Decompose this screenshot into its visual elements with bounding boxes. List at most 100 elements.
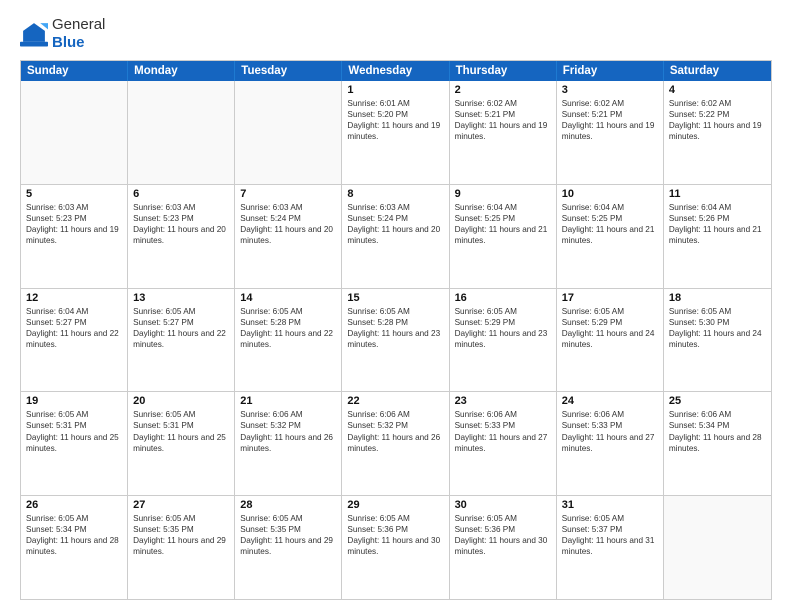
day-number: 2 <box>455 84 551 96</box>
day-info: Sunrise: 6:04 AMSunset: 5:25 PMDaylight:… <box>562 202 658 246</box>
day-number: 25 <box>669 395 766 407</box>
header: General Blue <box>20 16 772 52</box>
calendar-row-3: 12 Sunrise: 6:04 AMSunset: 5:27 PMDayligh… <box>21 288 771 392</box>
calendar-cell: 21Sunrise: 6:06 AMSunset: 5:32 PMDayligh… <box>235 392 342 495</box>
day-number: 27 <box>133 499 229 511</box>
day-number: 26 <box>26 499 122 511</box>
calendar: SundayMondayTuesdayWednesdayThursdayFrid… <box>20 60 772 600</box>
logo-blue: Blue <box>52 34 85 51</box>
day-info: Sunrise: 6:05 AMSunset: 5:29 PMDaylight:… <box>455 306 551 350</box>
day-info: Sunrise: 6:05 AMSunset: 5:27 PMDaylight:… <box>133 306 229 350</box>
day-info: Sunrise: 6:06 AMSunset: 5:33 PMDaylight:… <box>562 409 658 453</box>
calendar-cell: 20 Sunrise: 6:05 AMSunset: 5:31 PMDayligh… <box>128 392 235 495</box>
calendar-cell: 4 Sunrise: 6:02 AMSunset: 5:22 PMDaylight… <box>664 81 771 184</box>
calendar-cell: 18Sunrise: 6:05 AMSunset: 5:30 PMDayligh… <box>664 289 771 392</box>
logo-icon <box>20 20 48 48</box>
calendar-cell: 13 Sunrise: 6:05 AMSunset: 5:27 PMDayligh… <box>128 289 235 392</box>
calendar-cell: 6 Sunrise: 6:03 AMSunset: 5:23 PMDaylight… <box>128 185 235 288</box>
calendar-cell: 8 Sunrise: 6:03 AMSunset: 5:24 PMDaylight… <box>342 185 449 288</box>
day-info: Sunrise: 6:03 AMSunset: 5:24 PMDaylight:… <box>347 202 443 246</box>
day-number: 4 <box>669 84 766 96</box>
calendar-cell: 12 Sunrise: 6:04 AMSunset: 5:27 PMDayligh… <box>21 289 128 392</box>
calendar-cell: 11 Sunrise: 6:04 AMSunset: 5:26 PMDayligh… <box>664 185 771 288</box>
header-day-saturday: Saturday <box>664 61 771 81</box>
calendar-cell: 30Sunrise: 6:05 AMSunset: 5:36 PMDayligh… <box>450 496 557 599</box>
calendar-cell <box>664 496 771 599</box>
day-info: Sunrise: 6:04 AMSunset: 5:27 PMDaylight:… <box>26 306 122 350</box>
header-day-wednesday: Wednesday <box>342 61 449 81</box>
calendar-cell: 5Sunrise: 6:03 AMSunset: 5:23 PMDaylight… <box>21 185 128 288</box>
calendar-cell: 27 Sunrise: 6:05 AMSunset: 5:35 PMDayligh… <box>128 496 235 599</box>
day-number: 5 <box>26 188 122 200</box>
calendar-cell <box>21 81 128 184</box>
day-info: Sunrise: 6:05 AMSunset: 5:34 PMDaylight:… <box>26 513 122 557</box>
day-number: 23 <box>455 395 551 407</box>
calendar-cell: 10 Sunrise: 6:04 AMSunset: 5:25 PMDayligh… <box>557 185 664 288</box>
day-number: 3 <box>562 84 658 96</box>
header-day-sunday: Sunday <box>21 61 128 81</box>
header-day-friday: Friday <box>557 61 664 81</box>
day-info: Sunrise: 6:05 AMSunset: 5:28 PMDaylight:… <box>240 306 336 350</box>
logo-general: General <box>52 16 105 33</box>
day-info: Sunrise: 6:05 AMSunset: 5:35 PMDaylight:… <box>133 513 229 557</box>
day-number: 9 <box>455 188 551 200</box>
calendar-cell: 17 Sunrise: 6:05 AMSunset: 5:29 PMDayligh… <box>557 289 664 392</box>
day-number: 1 <box>347 84 443 96</box>
day-number: 24 <box>562 395 658 407</box>
day-number: 19 <box>26 395 122 407</box>
day-info: Sunrise: 6:05 AMSunset: 5:28 PMDaylight:… <box>347 306 443 350</box>
day-info: Sunrise: 6:05 AMSunset: 5:31 PMDaylight:… <box>133 409 229 453</box>
calendar-cell: 22Sunrise: 6:06 AMSunset: 5:32 PMDayligh… <box>342 392 449 495</box>
calendar-cell: 1Sunrise: 6:01 AMSunset: 5:20 PMDaylight… <box>342 81 449 184</box>
day-info: Sunrise: 6:04 AMSunset: 5:26 PMDaylight:… <box>669 202 766 246</box>
calendar-row-1: 1Sunrise: 6:01 AMSunset: 5:20 PMDaylight… <box>21 81 771 184</box>
day-info: Sunrise: 6:05 AMSunset: 5:37 PMDaylight:… <box>562 513 658 557</box>
calendar-cell: 16 Sunrise: 6:05 AMSunset: 5:29 PMDayligh… <box>450 289 557 392</box>
day-number: 7 <box>240 188 336 200</box>
calendar-header: SundayMondayTuesdayWednesdayThursdayFrid… <box>21 61 771 81</box>
day-info: Sunrise: 6:03 AMSunset: 5:23 PMDaylight:… <box>133 202 229 246</box>
calendar-row-4: 19 Sunrise: 6:05 AMSunset: 5:31 PMDayligh… <box>21 391 771 495</box>
day-info: Sunrise: 6:06 AMSunset: 5:33 PMDaylight:… <box>455 409 551 453</box>
day-info: Sunrise: 6:06 AMSunset: 5:32 PMDaylight:… <box>347 409 443 453</box>
day-number: 13 <box>133 292 229 304</box>
calendar-cell: 9 Sunrise: 6:04 AMSunset: 5:25 PMDaylight… <box>450 185 557 288</box>
calendar-row-5: 26 Sunrise: 6:05 AMSunset: 5:34 PMDayligh… <box>21 495 771 599</box>
day-number: 18 <box>669 292 766 304</box>
header-day-monday: Monday <box>128 61 235 81</box>
day-info: Sunrise: 6:02 AMSunset: 5:22 PMDaylight:… <box>669 98 766 142</box>
day-number: 10 <box>562 188 658 200</box>
calendar-cell: 31Sunrise: 6:05 AMSunset: 5:37 PMDayligh… <box>557 496 664 599</box>
day-number: 11 <box>669 188 766 200</box>
calendar-cell: 24 Sunrise: 6:06 AMSunset: 5:33 PMDayligh… <box>557 392 664 495</box>
calendar-body: 1Sunrise: 6:01 AMSunset: 5:20 PMDaylight… <box>21 81 771 599</box>
day-number: 20 <box>133 395 229 407</box>
day-info: Sunrise: 6:05 AMSunset: 5:35 PMDaylight:… <box>240 513 336 557</box>
day-number: 16 <box>455 292 551 304</box>
calendar-cell <box>235 81 342 184</box>
day-info: Sunrise: 6:05 AMSunset: 5:36 PMDaylight:… <box>455 513 551 557</box>
day-info: Sunrise: 6:06 AMSunset: 5:34 PMDaylight:… <box>669 409 766 453</box>
calendar-cell <box>128 81 235 184</box>
day-info: Sunrise: 6:05 AMSunset: 5:29 PMDaylight:… <box>562 306 658 350</box>
logo: General Blue <box>20 16 105 52</box>
calendar-row-2: 5 Sunrise: 6:03 AMSunset: 5:23 PMDaylight… <box>21 184 771 288</box>
day-info: Sunrise: 6:04 AMSunset: 5:25 PMDaylight:… <box>455 202 551 246</box>
calendar-cell: 19Sunrise: 6:05 AMSunset: 5:31 PMDayligh… <box>21 392 128 495</box>
calendar-cell: 3 Sunrise: 6:02 AMSunset: 5:21 PMDaylight… <box>557 81 664 184</box>
day-number: 12 <box>26 292 122 304</box>
day-number: 17 <box>562 292 658 304</box>
calendar-cell: 7Sunrise: 6:03 AMSunset: 5:24 PMDaylight… <box>235 185 342 288</box>
day-number: 6 <box>133 188 229 200</box>
calendar-cell: 26 Sunrise: 6:05 AMSunset: 5:34 PMDayligh… <box>21 496 128 599</box>
day-number: 15 <box>347 292 443 304</box>
calendar-cell: 28Sunrise: 6:05 AMSunset: 5:35 PMDayligh… <box>235 496 342 599</box>
calendar-cell: 2Sunrise: 6:02 AMSunset: 5:21 PMDaylight… <box>450 81 557 184</box>
day-number: 14 <box>240 292 336 304</box>
calendar-cell: 29Sunrise: 6:05 AMSunset: 5:36 PMDayligh… <box>342 496 449 599</box>
calendar-cell: 14 Sunrise: 6:05 AMSunset: 5:28 PMDayligh… <box>235 289 342 392</box>
day-number: 8 <box>347 188 443 200</box>
logo-text: General Blue <box>52 16 105 52</box>
day-info: Sunrise: 6:02 AMSunset: 5:21 PMDaylight:… <box>562 98 658 142</box>
day-number: 29 <box>347 499 443 511</box>
